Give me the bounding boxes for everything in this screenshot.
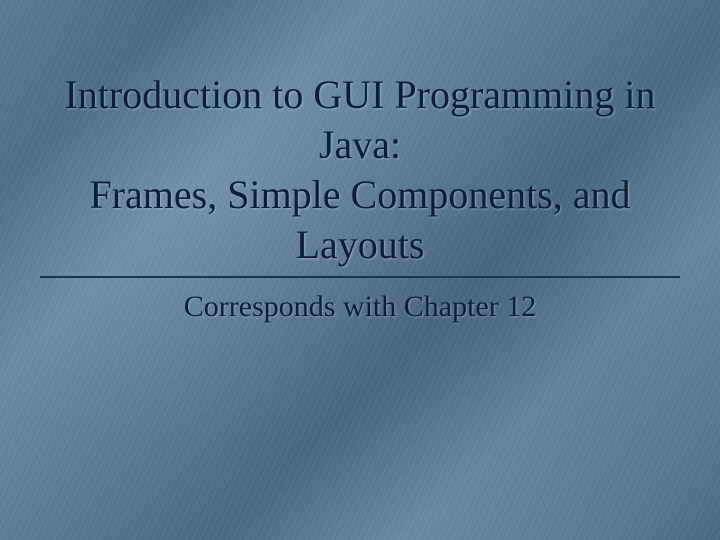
presentation-slide: Introduction to GUI Programming in Java:… (0, 0, 720, 540)
slide-title: Introduction to GUI Programming in Java:… (40, 70, 680, 278)
slide-subtitle: Corresponds with Chapter 12 (184, 290, 536, 324)
